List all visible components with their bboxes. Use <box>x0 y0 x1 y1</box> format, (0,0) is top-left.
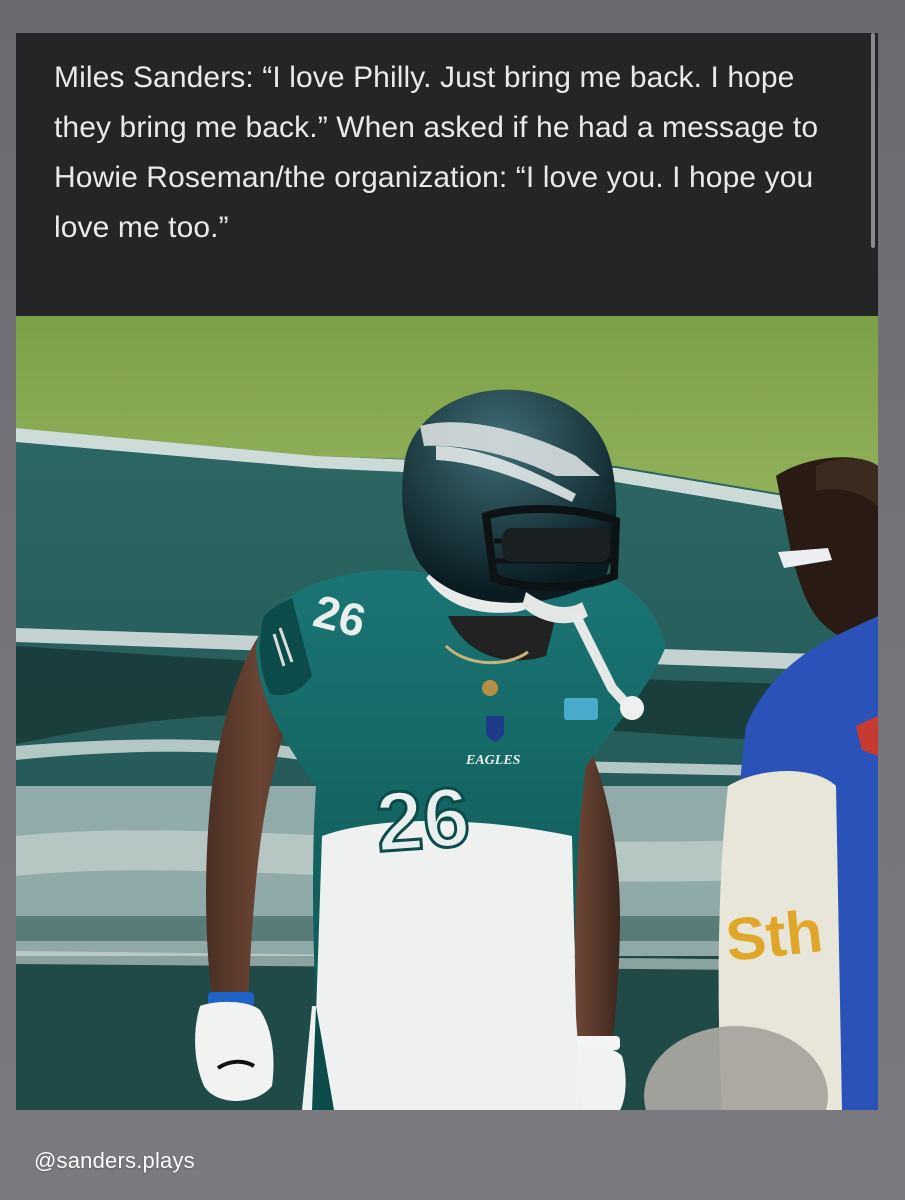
tweet-text: Miles Sanders: “I love Philly. Just brin… <box>54 61 819 244</box>
user-handle[interactable]: @sanders.plays <box>34 1146 195 1176</box>
story-frame: Miles Sanders: “I love Philly. Just brin… <box>0 0 905 1200</box>
tweet-card[interactable]: Miles Sanders: “I love Philly. Just brin… <box>16 33 878 316</box>
player-photo: Sth 26 26 EAGLES <box>16 316 878 1110</box>
svg-text:Sth: Sth <box>723 897 826 974</box>
chest-lettering: EAGLES <box>465 753 521 768</box>
jersey-number-front: 26 <box>373 769 473 869</box>
scrollbar-thumb[interactable] <box>871 33 875 248</box>
